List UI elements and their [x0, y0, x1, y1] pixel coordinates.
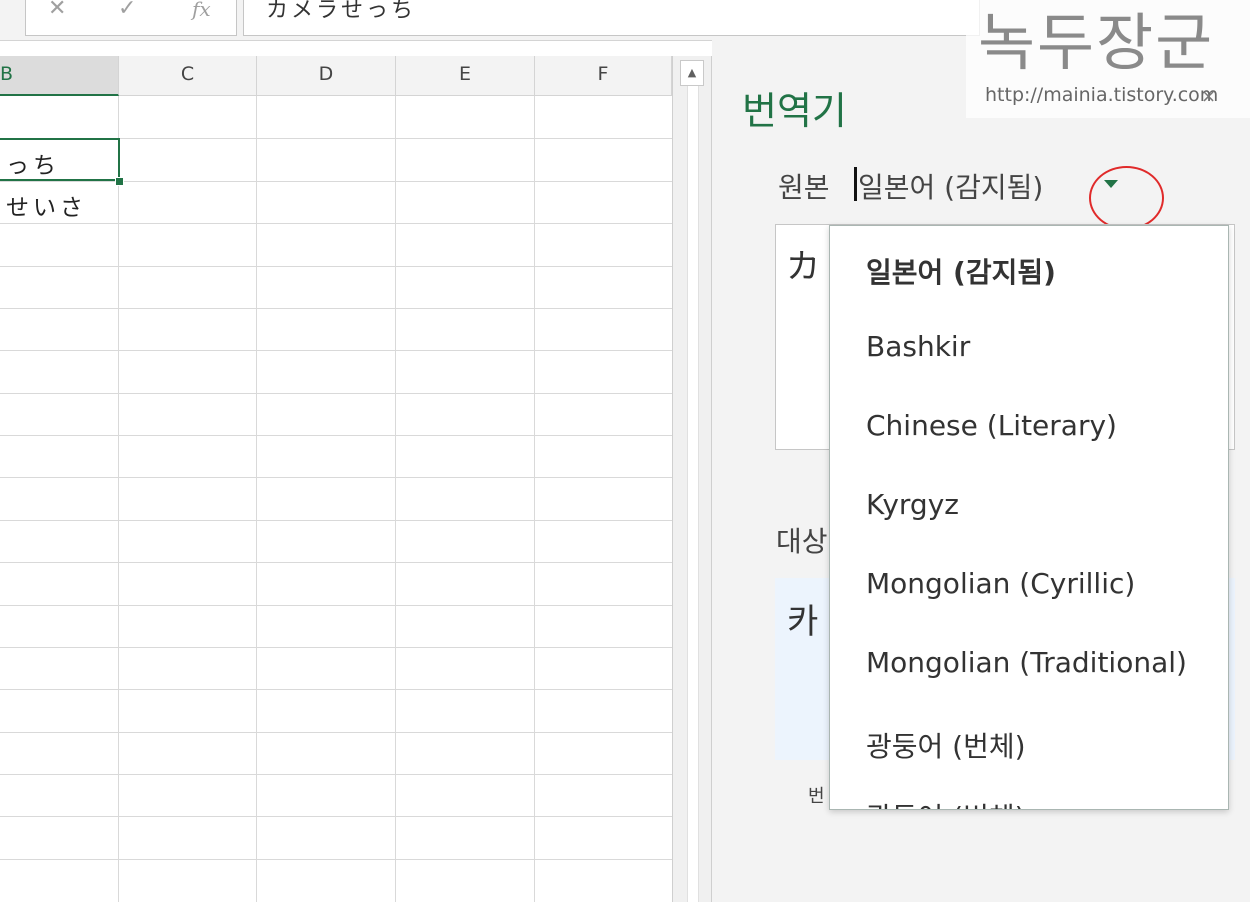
dropdown-item-chinese-literary[interactable]: Chinese (Literary)	[866, 409, 1117, 442]
source-text: カ	[786, 247, 820, 287]
dropdown-item-japanese-detected[interactable]: 일본어 (감지됨)	[866, 251, 1056, 291]
gridline	[0, 477, 672, 478]
target-label: 대상	[776, 525, 828, 558]
column-header-e[interactable]: E	[396, 56, 535, 96]
gridline	[118, 96, 119, 902]
column-header-f[interactable]: F	[535, 56, 672, 96]
gridline	[0, 308, 672, 309]
fill-handle[interactable]	[115, 177, 124, 186]
source-label: 원본	[778, 171, 830, 204]
pane-title: 번역기	[742, 89, 847, 133]
formula-content: カメラせっち	[266, 0, 417, 23]
column-header-c[interactable]: C	[119, 56, 257, 96]
gridline	[0, 689, 672, 690]
target-text: 카	[787, 602, 819, 642]
watermark-url: http://mainia.tistory.com	[985, 84, 1219, 106]
gridline	[0, 181, 672, 182]
gridline	[0, 816, 672, 817]
cell-grid[interactable]	[0, 96, 672, 902]
arrow-up-icon: ▲	[687, 66, 697, 79]
formula-buttons: ✕ ✓ fx	[25, 0, 237, 36]
vertical-scrollbar[interactable]: ▲	[672, 56, 712, 902]
formula-input[interactable]: カメラせっち	[243, 0, 980, 36]
watermark-title: 녹두장군	[978, 6, 1215, 79]
gridline	[395, 96, 396, 902]
close-icon[interactable]: ×	[1201, 86, 1216, 107]
gridline	[0, 647, 672, 648]
insert-function-icon[interactable]: fx	[192, 0, 211, 21]
gridline	[256, 96, 257, 902]
gridline	[0, 774, 672, 775]
scroll-track[interactable]	[687, 86, 699, 902]
active-cell-border	[0, 138, 120, 181]
text-caret	[854, 167, 857, 201]
dropdown-item-mongolian-cyrillic[interactable]: Mongolian (Cyrillic)	[866, 567, 1135, 600]
column-header-b[interactable]: B	[0, 56, 119, 96]
highlight-circle	[1089, 166, 1164, 230]
dropdown-item-partial[interactable]: 광둥어 (번체)	[866, 796, 1026, 809]
gridline	[0, 223, 672, 224]
gridline	[0, 859, 672, 860]
cell-b2[interactable]: せいさ	[6, 188, 87, 222]
enter-icon[interactable]: ✓	[118, 0, 136, 21]
cancel-icon[interactable]: ✕	[48, 0, 66, 21]
dropdown-item-mongolian-traditional[interactable]: Mongolian (Traditional)	[866, 646, 1187, 679]
gridline	[0, 350, 672, 351]
gridline	[0, 562, 672, 563]
gridline	[0, 605, 672, 606]
source-language-select[interactable]: 일본어 (감지됨)	[858, 166, 1043, 206]
dropdown-item-bashkir[interactable]: Bashkir	[866, 330, 970, 363]
gridline	[0, 393, 672, 394]
language-dropdown[interactable]: 일본어 (감지됨) Bashkir Chinese (Literary) Kyr…	[829, 225, 1229, 810]
gridline	[0, 732, 672, 733]
gridline	[534, 96, 535, 902]
column-header-d[interactable]: D	[257, 56, 396, 96]
dropdown-item-cantonese-traditional[interactable]: 광둥어 (번체)	[866, 725, 1026, 765]
gridline	[0, 520, 672, 521]
gridline	[0, 435, 672, 436]
pane-footer-text: 번	[808, 786, 825, 807]
gridline	[0, 266, 672, 267]
scroll-up-button[interactable]: ▲	[680, 60, 704, 86]
dropdown-item-kyrgyz[interactable]: Kyrgyz	[866, 488, 959, 521]
